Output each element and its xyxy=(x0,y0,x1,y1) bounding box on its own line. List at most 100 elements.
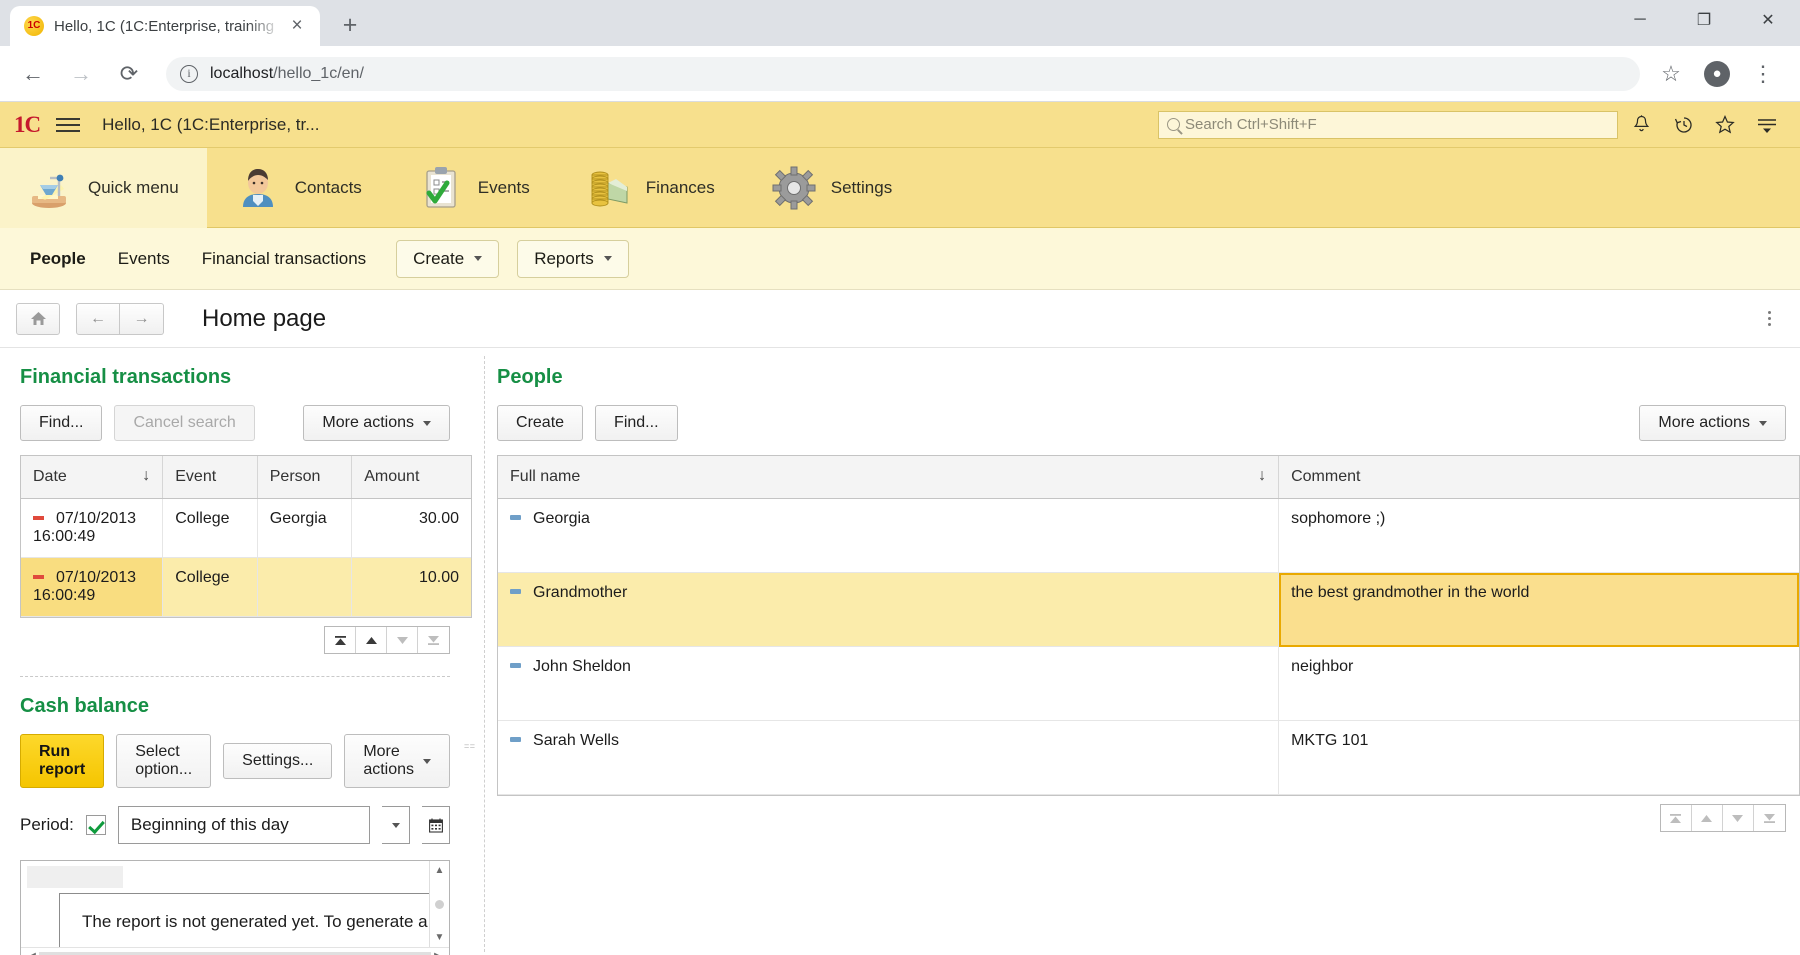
browser-menu-icon[interactable]: ⋮ xyxy=(1744,55,1782,93)
reports-button-label: Reports xyxy=(534,248,594,268)
close-tab-icon[interactable]: × xyxy=(284,13,310,39)
table-row[interactable]: 07/10/2013 16:00:49 College 10.00 xyxy=(21,557,471,617)
section-label: Contacts xyxy=(294,177,362,197)
period-checkbox[interactable] xyxy=(85,815,106,835)
column-header-full-name[interactable]: Full name ↓ xyxy=(498,456,1280,499)
run-report-button[interactable]: Run report xyxy=(20,734,105,788)
section-item-quick-menu[interactable]: Quick menu xyxy=(0,147,207,228)
command-link-people[interactable]: People xyxy=(18,243,98,275)
cell-comment[interactable]: neighbor xyxy=(1278,646,1799,721)
main-menu-icon[interactable] xyxy=(1748,110,1786,140)
people-create-button[interactable]: Create xyxy=(497,405,584,441)
favorites-icon[interactable] xyxy=(1706,110,1744,140)
first-record-button[interactable] xyxy=(325,627,356,653)
period-calendar-button[interactable] xyxy=(422,806,450,844)
section-item-events[interactable]: Events xyxy=(390,148,558,228)
1c-favicon: 1C xyxy=(24,16,44,36)
scroll-track[interactable] xyxy=(39,951,431,955)
cb-more-actions-button[interactable]: More actions xyxy=(344,734,450,788)
select-option-button[interactable]: Select option... xyxy=(116,734,212,788)
create-button[interactable]: Create xyxy=(396,239,500,278)
scroll-down-icon[interactable]: ▼ xyxy=(435,932,445,943)
ft-more-actions-button[interactable]: More actions xyxy=(303,405,450,441)
period-input[interactable]: Beginning of this day xyxy=(117,806,370,844)
search-input[interactable]: Search Ctrl+Shift+F xyxy=(1158,110,1618,139)
table-header-row: Date ↓ Event Person Amount xyxy=(21,456,471,499)
column-header-amount[interactable]: Amount xyxy=(351,456,471,499)
command-link-financial-transactions[interactable]: Financial transactions xyxy=(190,243,378,275)
reload-icon[interactable]: ⟳ xyxy=(110,55,148,93)
reports-button[interactable]: Reports xyxy=(517,239,629,278)
period-dropdown-button[interactable] xyxy=(382,806,410,844)
1c-logo-icon[interactable]: 1C xyxy=(14,113,41,136)
cell-date[interactable]: 07/10/2013 16:00:49 xyxy=(21,557,164,617)
cell-amount[interactable]: 10.00 xyxy=(351,557,471,617)
people-grid[interactable]: Full name ↓ Comment Georgia sophomore ;) xyxy=(497,455,1800,796)
home-button[interactable] xyxy=(16,302,60,335)
history-icon[interactable] xyxy=(1664,110,1702,140)
cash-balance-toolbar: Run report Select option... Settings... … xyxy=(20,734,472,788)
cell-person[interactable] xyxy=(257,557,353,617)
column-header-date[interactable]: Date ↓ xyxy=(21,456,164,499)
previous-record-button[interactable] xyxy=(356,627,387,653)
kebab-menu-icon[interactable] xyxy=(1754,304,1784,334)
column-splitter[interactable] xyxy=(464,356,486,952)
bookmark-star-icon[interactable]: ☆ xyxy=(1652,55,1690,93)
cell-event[interactable]: College xyxy=(162,557,258,617)
column-header-event[interactable]: Event xyxy=(162,456,258,499)
notifications-icon[interactable] xyxy=(1622,110,1660,140)
report-horizontal-scrollbar[interactable]: ◀ ▶ xyxy=(21,947,449,955)
cell-text: 07/10/2013 16:00:49 xyxy=(33,569,137,604)
cell-date[interactable]: 07/10/2013 16:00:49 xyxy=(21,498,164,558)
table-row[interactable]: Sarah Wells MKTG 101 xyxy=(498,720,1799,795)
cell-comment[interactable]: MKTG 101 xyxy=(1278,720,1799,795)
ft-cancel-search-button: Cancel search xyxy=(114,405,255,441)
people-more-actions-button[interactable]: More actions xyxy=(1639,405,1786,441)
table-row[interactable]: Grandmother the best grandmother in the … xyxy=(498,572,1799,647)
cell-full-name[interactable]: Sarah Wells xyxy=(498,720,1280,795)
close-window-icon[interactable]: ✕ xyxy=(1736,0,1800,40)
cell-full-name[interactable]: Georgia xyxy=(498,498,1280,573)
cell-event[interactable]: College xyxy=(162,498,258,558)
table-row[interactable]: 07/10/2013 16:00:49 College Georgia 30.0… xyxy=(21,498,471,558)
report-vertical-scrollbar[interactable]: ▲ ▼ xyxy=(429,861,449,947)
section-item-settings[interactable]: Settings xyxy=(743,148,920,228)
address-bar[interactable]: i localhost/hello_1c/en/ xyxy=(166,56,1640,91)
table-header-row: Full name ↓ Comment xyxy=(498,456,1799,499)
page-back-button[interactable]: ← xyxy=(76,302,120,335)
cell-comment[interactable]: sophomore ;) xyxy=(1278,498,1799,573)
report-output-area[interactable]: The report is not generated yet. To gene… xyxy=(20,860,450,955)
browser-tab[interactable]: 1C Hello, 1C (1C:Enterprise, training × xyxy=(10,6,320,46)
financial-transactions-grid[interactable]: Date ↓ Event Person Amount 07/10/2013 16… xyxy=(20,455,472,618)
cell-amount[interactable]: 30.00 xyxy=(351,498,471,558)
command-link-events[interactable]: Events xyxy=(106,243,182,275)
scroll-up-icon[interactable]: ▲ xyxy=(435,865,445,876)
table-row[interactable]: Georgia sophomore ;) xyxy=(498,498,1799,573)
column-header-comment[interactable]: Comment xyxy=(1278,456,1799,499)
cell-comment[interactable]: the best grandmother in the world xyxy=(1278,572,1799,647)
cell-person[interactable]: Georgia xyxy=(257,498,353,558)
page-forward-button[interactable]: → xyxy=(120,302,164,335)
forward-icon[interactable]: → xyxy=(62,55,100,93)
scroll-thumb[interactable] xyxy=(435,899,444,909)
cell-full-name[interactable]: Grandmother xyxy=(498,572,1280,647)
ft-find-button[interactable]: Find... xyxy=(20,405,103,441)
column-header-person[interactable]: Person xyxy=(257,456,353,499)
table-row[interactable]: John Sheldon neighbor xyxy=(498,646,1799,721)
url-host: localhost xyxy=(210,64,274,82)
scroll-right-icon[interactable]: ▶ xyxy=(431,951,445,955)
chevron-down-icon xyxy=(1758,420,1767,426)
section-item-finances[interactable]: Finances xyxy=(558,148,743,228)
site-info-icon[interactable]: i xyxy=(180,64,198,83)
minimize-icon[interactable]: ─ xyxy=(1608,0,1672,40)
new-tab-button[interactable]: + xyxy=(332,7,368,43)
section-item-contacts[interactable]: Contacts xyxy=(207,148,390,228)
back-icon[interactable]: ← xyxy=(14,55,52,93)
cell-full-name[interactable]: John Sheldon xyxy=(498,646,1280,721)
report-settings-button[interactable]: Settings... xyxy=(223,743,333,779)
scroll-left-icon[interactable]: ◀ xyxy=(25,951,39,955)
people-find-button[interactable]: Find... xyxy=(595,405,678,441)
app-menu-icon[interactable] xyxy=(56,114,81,136)
maximize-icon[interactable]: ❐ xyxy=(1672,0,1736,40)
profile-avatar[interactable]: ● xyxy=(1698,55,1736,93)
